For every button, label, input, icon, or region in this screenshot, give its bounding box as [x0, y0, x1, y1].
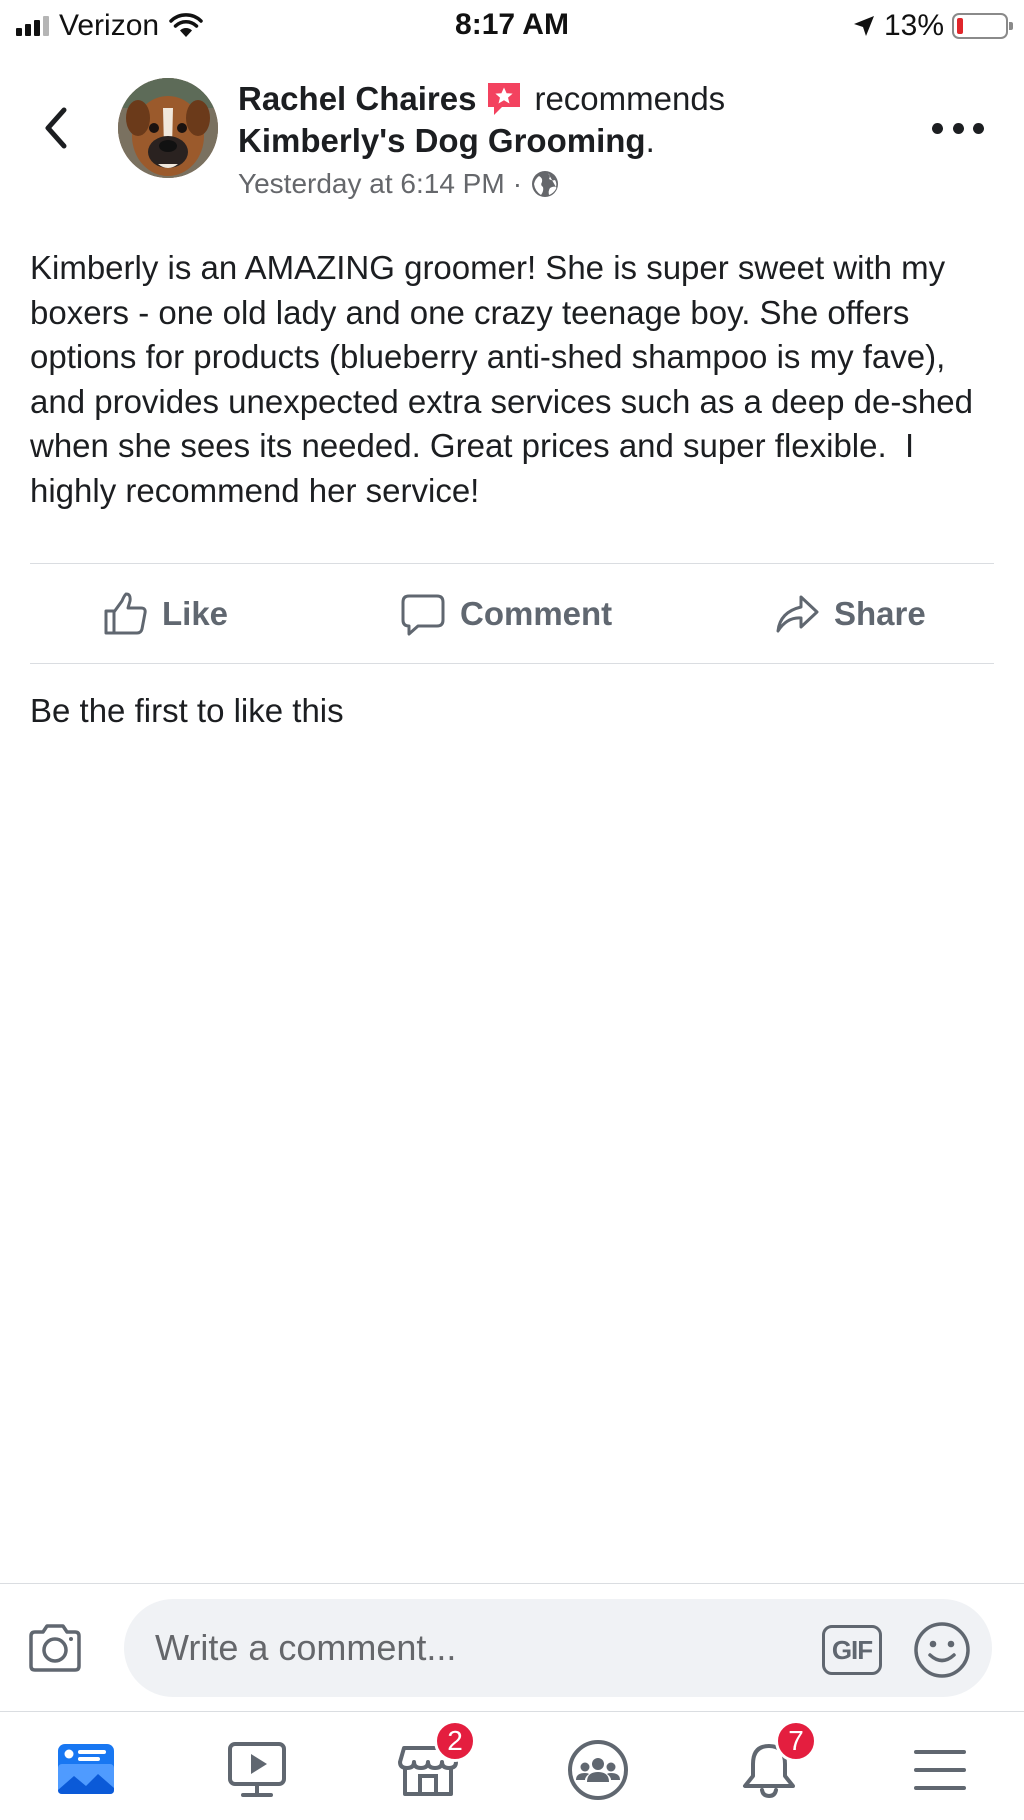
tab-bar-divider: [0, 1711, 1024, 1712]
share-arrow-icon: [776, 595, 819, 632]
thumbs-up-icon: [104, 592, 147, 634]
status-bar-right: 13%: [852, 8, 1013, 44]
comment-button[interactable]: Comment: [400, 564, 612, 663]
page-name-line: Kimberly's Dog Grooming.: [238, 120, 798, 162]
globe-icon[interactable]: [530, 169, 560, 199]
author-name-link[interactable]: Rachel Chaires: [238, 78, 476, 120]
battery-level: [957, 18, 963, 34]
chevron-left-icon: [45, 107, 67, 149]
divider-bottom: [30, 663, 994, 664]
reaction-summary: Be the first to like this: [30, 692, 344, 729]
recommends-text: recommends: [534, 80, 726, 117]
boxer-dog-avatar-icon: [118, 78, 218, 178]
page-name-suffix: .: [645, 122, 655, 159]
tab-menu[interactable]: [900, 1730, 980, 1810]
back-button[interactable]: [36, 100, 76, 156]
page-name-link[interactable]: Kimberly's Dog Grooming: [238, 122, 646, 159]
tab-groups[interactable]: [558, 1730, 638, 1810]
composer-divider: [0, 1583, 1024, 1584]
share-label: Share: [834, 594, 926, 632]
recommendation-star-icon: [488, 83, 521, 115]
gif-button[interactable]: GIF: [822, 1625, 882, 1675]
like-button[interactable]: Like: [102, 564, 228, 663]
tab-notifications[interactable]: 7: [729, 1720, 817, 1810]
tab-news-feed[interactable]: [46, 1730, 126, 1810]
post-meta: Yesterday at 6:14 PM ·: [238, 164, 798, 204]
marketplace-badge: 2: [434, 1720, 476, 1762]
speech-bubble-icon: [401, 594, 445, 635]
groups-icon: [568, 1740, 628, 1800]
comment-label: Comment: [460, 594, 613, 632]
share-button[interactable]: Share: [774, 564, 926, 663]
post-actions: Like Comment Share: [30, 564, 994, 663]
author-avatar[interactable]: [118, 78, 218, 178]
notifications-badge: 7: [775, 1720, 817, 1762]
post-header-title: Rachel Chaires recommends: [238, 78, 798, 120]
more-dot-icon: [932, 122, 943, 134]
more-dot-icon: [973, 122, 984, 134]
tab-watch[interactable]: [217, 1730, 297, 1810]
post-timestamp[interactable]: Yesterday at 6:14 PM: [238, 164, 505, 204]
video-play-icon: [228, 1742, 286, 1797]
emoji-icon[interactable]: [912, 1620, 972, 1680]
location-arrow-icon: [853, 16, 874, 36]
battery-percent: 13%: [883, 9, 944, 42]
post-header: Rachel Chaires recommends Kimberly's Dog…: [238, 78, 798, 204]
more-options-button[interactable]: [932, 112, 984, 144]
news-feed-icon: [58, 1744, 114, 1794]
camera-icon[interactable]: [26, 1622, 84, 1674]
more-dot-icon: [952, 122, 964, 134]
hamburger-menu-icon: [914, 1750, 966, 1790]
meta-separator: ·: [512, 168, 523, 199]
post-body-text: Kimberly is an AMAZING groomer! She is s…: [30, 249, 983, 509]
status-bar: Verizon 8:17 AM 13%: [0, 0, 1024, 56]
battery-icon: [952, 13, 1013, 39]
like-label: Like: [162, 594, 229, 632]
tab-marketplace[interactable]: 2: [388, 1720, 476, 1810]
